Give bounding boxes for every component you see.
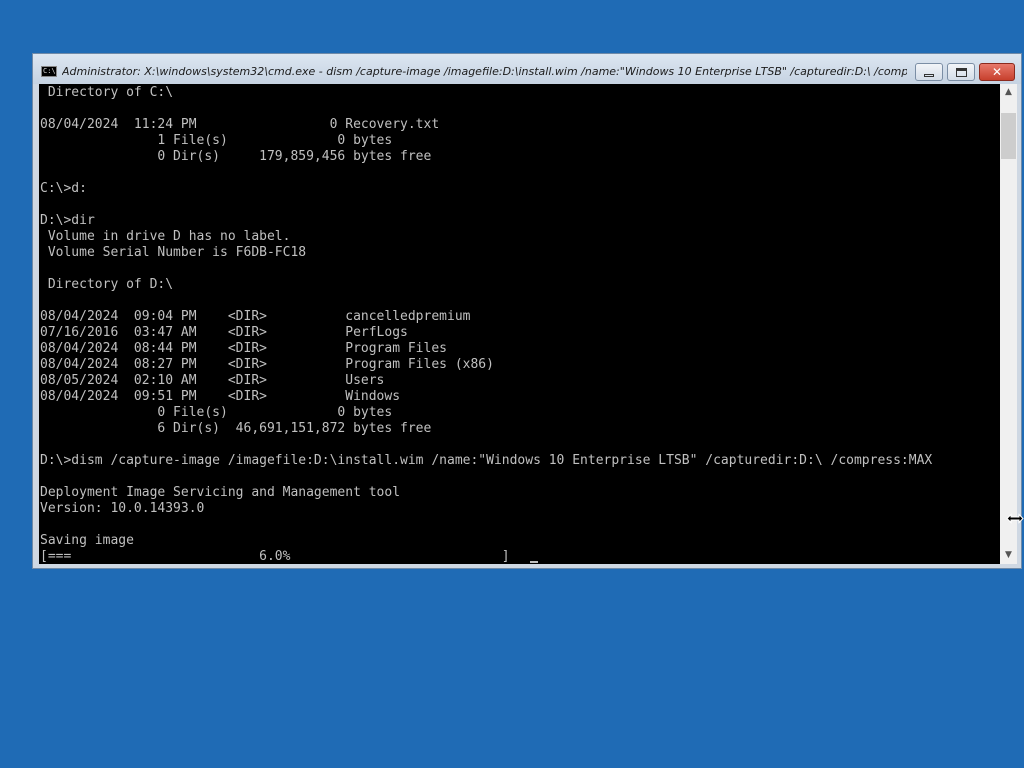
console-line: Directory of D:\: [40, 277, 174, 292]
console-line: [=== 6.0% ]: [40, 549, 510, 564]
chevron-down-icon: ▼: [1005, 550, 1012, 560]
console-line: 0 Dir(s) 179,859,456 bytes free: [40, 149, 432, 164]
console-line: Volume Serial Number is F6DB-FC18: [40, 245, 307, 260]
close-button[interactable]: ✕: [979, 63, 1015, 81]
console-line: C:\>d:: [40, 181, 87, 196]
console-line: 08/04/2024 08:44 PM <DIR> Program Files: [40, 341, 447, 356]
minimize-icon: [924, 73, 934, 77]
console-line: 1 File(s) 0 bytes: [40, 133, 393, 148]
console-line: 6 Dir(s) 46,691,151,872 bytes free: [40, 421, 432, 436]
window-title: Administrator: X:\windows\system32\cmd.e…: [62, 65, 907, 78]
title-bar[interactable]: C:\ Administrator: X:\windows\system32\c…: [33, 54, 1021, 84]
console-line: 08/04/2024 08:27 PM <DIR> Program Files …: [40, 357, 494, 372]
console-line: 08/04/2024 11:24 PM 0 Recovery.txt: [40, 117, 440, 132]
cmd-icon[interactable]: C:\: [41, 66, 57, 77]
console-line: 08/04/2024 09:51 PM <DIR> Windows: [40, 389, 401, 404]
vertical-scrollbar[interactable]: ▲ ▼: [1000, 84, 1017, 564]
console-line: Version: 10.0.14393.0: [40, 501, 205, 516]
console-output[interactable]: Directory of C:\ 08/04/2024 11:24 PM 0 Re…: [39, 84, 1000, 564]
console-line: 07/16/2016 03:47 AM <DIR> PerfLogs: [40, 325, 408, 340]
minimize-button[interactable]: [915, 63, 943, 81]
scroll-up-button[interactable]: ▲: [1000, 84, 1017, 101]
console-line: D:\>dism /capture-image /imagefile:D:\in…: [40, 453, 933, 468]
maximize-icon: [955, 67, 967, 77]
console-line: Saving image: [40, 533, 134, 548]
console-line: 0 File(s) 0 bytes: [40, 405, 393, 420]
resize-cursor-icon: [1006, 513, 1024, 524]
console-line: 08/05/2024 02:10 AM <DIR> Users: [40, 373, 385, 388]
console-line: Volume in drive D has no label.: [40, 229, 291, 244]
cmd-window[interactable]: C:\ Administrator: X:\windows\system32\c…: [32, 53, 1022, 569]
console-line: Directory of C:\: [40, 85, 174, 100]
close-icon: ✕: [991, 65, 1003, 79]
console-lines: Directory of C:\ 08/04/2024 11:24 PM 0 Re…: [40, 85, 932, 564]
console-line: 08/04/2024 09:04 PM <DIR> cancelledpremi…: [40, 309, 471, 324]
console-line: D:\>dir: [40, 213, 95, 228]
text-cursor: [530, 561, 538, 563]
scroll-down-button[interactable]: ▼: [1000, 547, 1017, 564]
desktop-background: C:\ Administrator: X:\windows\system32\c…: [0, 0, 1024, 768]
maximize-button[interactable]: [947, 63, 975, 81]
scroll-thumb[interactable]: [1001, 113, 1016, 159]
console-line: Deployment Image Servicing and Managemen…: [40, 485, 401, 500]
chevron-up-icon: ▲: [1005, 87, 1012, 97]
